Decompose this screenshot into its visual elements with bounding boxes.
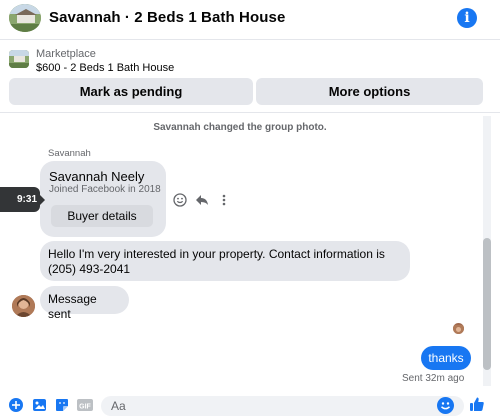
listing-small-thumbnail[interactable]: [9, 50, 29, 68]
avatar[interactable]: [12, 295, 35, 317]
plus-circle-icon[interactable]: [8, 397, 24, 413]
incoming-message-bubble[interactable]: Message sent: [40, 286, 129, 321]
message-actions: [172, 192, 232, 208]
incoming-message-bubble[interactable]: Hello I'm very interested in your proper…: [40, 241, 410, 281]
mark-as-pending-button[interactable]: Mark as pending: [9, 78, 253, 105]
emoji-icon[interactable]: [437, 397, 454, 414]
chat-header: Savannah · 2 Beds 1 Bath House i: [0, 0, 500, 40]
thumbs-up-icon[interactable]: [468, 395, 486, 413]
more-vertical-icon[interactable]: [216, 192, 232, 208]
buyer-details-button[interactable]: Buyer details: [51, 205, 153, 227]
listing-subtitle[interactable]: $600 - 2 Beds 1 Bath House: [36, 62, 174, 74]
conversation-title[interactable]: Savannah · 2 Beds 1 Bath House: [49, 9, 285, 26]
info-icon[interactable]: i: [457, 8, 477, 28]
sticker-icon[interactable]: [54, 397, 70, 413]
profile-name: Savannah Neely: [49, 169, 145, 184]
marketplace-listing-panel: Marketplace $600 - 2 Beds 1 Bath House M…: [0, 41, 500, 113]
profile-joined: Joined Facebook in 2018: [49, 184, 161, 195]
tooltip-tail: [40, 195, 45, 205]
image-icon[interactable]: [31, 397, 47, 413]
scrollbar-thumb[interactable]: [483, 238, 491, 370]
sender-name: Savannah: [48, 148, 91, 159]
listing-thumbnail[interactable]: [9, 4, 41, 32]
timestamp-tooltip: 9:31 PM: [0, 187, 45, 230]
seen-avatar: [453, 323, 464, 334]
gif-icon[interactable]: GIF: [77, 397, 93, 413]
listing-category: Marketplace: [36, 48, 96, 60]
outgoing-message-bubble[interactable]: thanks: [421, 346, 471, 370]
message-status: Sent 32m ago: [402, 373, 465, 384]
system-message: Savannah changed the group photo.: [153, 122, 327, 133]
profile-card: Savannah Neely Joined Facebook in 2018 B…: [40, 161, 166, 237]
gif-icon-label: GIF: [79, 404, 91, 411]
message-input[interactable]: Aa: [101, 396, 464, 416]
message-composer: GIF Aa: [0, 390, 500, 418]
smile-reaction-icon[interactable]: [172, 192, 188, 208]
more-options-button[interactable]: More options: [256, 78, 483, 105]
reply-icon[interactable]: [194, 192, 210, 208]
